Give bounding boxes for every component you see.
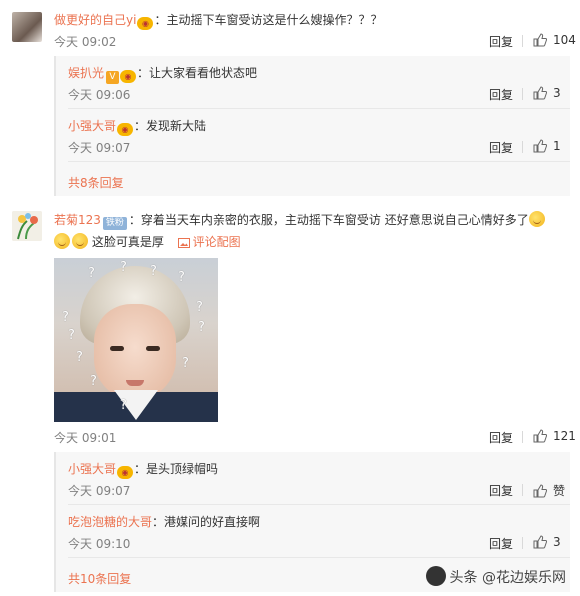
like-count: 104 xyxy=(553,33,576,47)
reply-text-line: 娱扒光 V ◉ ：让大家看看他状态吧 xyxy=(68,65,257,84)
like-count: 121 xyxy=(553,429,576,443)
question-mark: ? xyxy=(178,270,185,285)
vip-badge-icon: ◉ xyxy=(117,123,134,136)
question-mark: ? xyxy=(120,398,127,413)
username-link[interactable]: 娱扒光 xyxy=(68,66,104,80)
thumbs-up-icon xyxy=(533,33,548,47)
question-mark: ? xyxy=(68,328,75,343)
reply-button[interactable]: 回复 xyxy=(489,535,513,552)
like-button[interactable]: 3 xyxy=(533,86,561,100)
comment-picture-link[interactable]: 评论配图 xyxy=(177,235,241,249)
comment-text-continued: 这脸可真是厚 xyxy=(91,235,164,249)
username-link[interactable]: 做更好的自己yi xyxy=(54,13,136,27)
thumbs-up-icon xyxy=(533,139,548,153)
divider xyxy=(522,537,523,549)
thumbs-up-icon xyxy=(533,535,548,549)
photo-eye xyxy=(146,346,160,351)
avatar[interactable] xyxy=(12,12,42,42)
question-mark: ? xyxy=(150,264,157,279)
avatar-illustration-icon xyxy=(12,211,42,241)
reply-text-line: 小强大哥 ◉ ：发现新大陆 xyxy=(68,118,206,136)
vip-badge-icon: ◉ xyxy=(117,466,134,479)
reply-button[interactable]: 回复 xyxy=(489,482,513,499)
question-mark: ? xyxy=(62,310,69,325)
like-button[interactable]: 赞 xyxy=(533,482,565,499)
reply-text: ：让大家看看他状态吧 xyxy=(137,66,258,80)
comment-text: ：主动摇下车窗受访这是什么嫂操作？？？ xyxy=(154,13,383,27)
question-mark: ? xyxy=(196,300,203,315)
view-more-replies-link[interactable]: 共8条回复 xyxy=(68,174,124,191)
username-link[interactable]: 吃泡泡糖的大哥 xyxy=(68,515,152,529)
timestamp: 今天 09:10 xyxy=(68,537,131,551)
divider xyxy=(522,88,523,100)
question-mark: ? xyxy=(76,350,83,365)
thumbs-up-icon xyxy=(533,484,548,498)
divider xyxy=(522,35,523,47)
reply-text: ：港媒问的好直接啊 xyxy=(152,515,261,529)
comment-text-line: 做更好的自己yi ◉ ：主动摇下车窗受访这是什么嫂操作？？？ xyxy=(54,12,382,30)
timestamp: 今天 09:06 xyxy=(68,88,131,102)
vip-badge-icon: ◉ xyxy=(120,70,137,83)
username-link[interactable]: 小强大哥 xyxy=(68,119,116,133)
username-link[interactable]: 若菊123 xyxy=(54,213,101,227)
reply-button[interactable]: 回复 xyxy=(489,86,513,103)
reply-text: ：是头顶绿帽吗 xyxy=(134,462,219,476)
vip-badge-icon: ◉ xyxy=(137,17,154,30)
watermark: 头条 @花边娱乐网 xyxy=(425,566,566,587)
reply-divider xyxy=(68,161,570,162)
toutiao-logo-icon xyxy=(425,566,446,586)
comment-text-line: 若菊123 铁粉 ：穿着当天车内亲密的衣服，主动摇下车窗受访 还好意思说自己心情好多… xyxy=(54,211,574,230)
divider xyxy=(522,431,523,443)
fan-badge: 铁粉 xyxy=(102,217,127,230)
like-button[interactable]: 3 xyxy=(533,535,561,549)
reply-text-line: 吃泡泡糖的大哥：港媒问的好直接啊 xyxy=(68,514,260,530)
username-link[interactable]: 小强大哥 xyxy=(68,462,116,476)
reply-text-line: 小强大哥 ◉ ：是头顶绿帽吗 xyxy=(68,461,218,479)
like-button[interactable]: 1 xyxy=(533,139,561,153)
timestamp: 今天 09:02 xyxy=(54,35,117,49)
thumbs-up-icon xyxy=(533,86,548,100)
like-label: 赞 xyxy=(553,484,566,498)
timestamp: 今天 09:07 xyxy=(68,484,131,498)
divider xyxy=(522,484,523,496)
question-mark: ? xyxy=(120,260,127,275)
reply-button[interactable]: 回复 xyxy=(489,139,513,156)
comment-photo[interactable]: ? ? ? ? ? ? ? ? ? ? ? ? xyxy=(54,258,218,422)
reply-divider xyxy=(68,504,570,505)
reply-button[interactable]: 回复 xyxy=(489,429,513,446)
watermark-text: 头条 @花边娱乐网 xyxy=(449,570,566,586)
reply-text: ：发现新大陆 xyxy=(134,119,207,133)
question-mark: ? xyxy=(182,356,189,371)
emoji-icon xyxy=(528,211,545,227)
image-icon xyxy=(177,238,190,248)
like-button[interactable]: 121 xyxy=(533,429,576,443)
photo-eye xyxy=(110,346,124,351)
emoji-icon xyxy=(54,233,70,249)
timestamp: 今天 09:01 xyxy=(54,431,117,445)
emoji-icon xyxy=(72,233,88,249)
avatar[interactable] xyxy=(12,211,42,241)
reply-button[interactable]: 回复 xyxy=(489,33,513,50)
question-mark: ? xyxy=(90,374,97,389)
reply-divider xyxy=(68,108,570,109)
comment-text: ：穿着当天车内亲密的衣服，主动摇下车窗受访 还好意思说自己心情好多了 xyxy=(128,213,529,227)
comment-picture-label: 评论配图 xyxy=(192,235,241,249)
divider xyxy=(522,141,523,153)
question-mark: ? xyxy=(198,320,205,335)
timestamp: 今天 09:07 xyxy=(68,141,131,155)
view-more-replies-link[interactable]: 共10条回复 xyxy=(68,570,131,587)
question-mark: ? xyxy=(88,266,95,281)
like-count: 3 xyxy=(553,86,561,100)
like-count: 3 xyxy=(553,535,561,549)
comment-text-line-2: 这脸可真是厚 评论配图 xyxy=(54,233,241,250)
verified-v-icon: V xyxy=(106,71,120,84)
reply-list: 娱扒光 V ◉ ：让大家看看他状态吧 今天 09:06 回复 3 小强大哥 ◉ ：发现新大… xyxy=(54,56,570,196)
like-button[interactable]: 104 xyxy=(533,33,576,47)
like-count: 1 xyxy=(553,139,561,153)
thumbs-up-icon xyxy=(533,429,548,443)
reply-divider xyxy=(68,557,570,558)
